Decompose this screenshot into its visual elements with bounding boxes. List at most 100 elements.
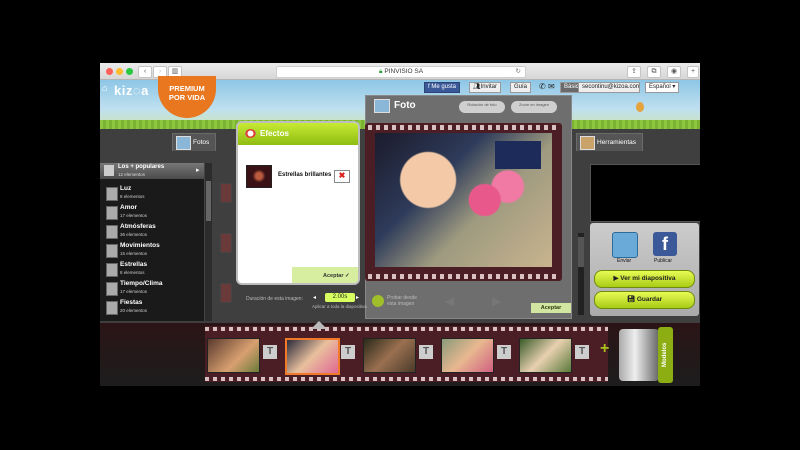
save-button[interactable]: 💾︎ Guardar: [594, 291, 695, 309]
new-tab-button[interactable]: +: [687, 66, 699, 78]
kizoa-logo[interactable]: kiz◌a: [114, 83, 149, 98]
category-item-movimientos[interactable]: Movimientos 15 elementos: [104, 241, 204, 260]
category-count: 8 elementos: [120, 270, 145, 275]
category-item-luz[interactable]: Luz 8 elementos: [104, 184, 204, 203]
category-header[interactable]: Los + populares 12 elementos ▸: [100, 163, 206, 179]
effect-tile[interactable]: [220, 233, 232, 253]
effects-dialog-title: Efectos: [260, 129, 289, 138]
text-slide-button[interactable]: T: [575, 345, 589, 359]
category-item-estrellas[interactable]: Estrellas 8 elementos: [104, 260, 204, 279]
category-count: 17 elementos: [120, 213, 148, 218]
zoom-photo-button[interactable]: Zoom en imagen: [511, 101, 557, 113]
foto-accept-button[interactable]: Aceptar: [531, 303, 571, 313]
back-button[interactable]: ‹: [138, 66, 152, 78]
category-scrollbar[interactable]: [204, 163, 212, 321]
effects-dialog: Efectos Estrellas brillantes ✖ Aceptar ✓: [238, 123, 358, 283]
tab-fotos[interactable]: Fotos: [172, 133, 217, 151]
effects-icon: [245, 129, 256, 138]
play-preview-icon[interactable]: [372, 295, 384, 307]
downloads-button[interactable]: ◉: [667, 66, 681, 78]
effect-thumbnail[interactable]: [246, 165, 272, 188]
effects-accept-button[interactable]: Aceptar ✓: [323, 273, 350, 279]
home-icon[interactable]: ⌂: [102, 83, 107, 93]
category-item-tiempo-clima[interactable]: Tiempo/Clima 17 elementos: [104, 279, 204, 298]
balloon-icon: [636, 102, 644, 112]
category-count: 36 elementos: [120, 232, 148, 237]
tabs-icon: ⧉: [651, 68, 657, 75]
film-reel-icon: [619, 329, 659, 381]
category-header-name: Los + populares: [118, 164, 165, 170]
minimize-window-button[interactable]: [116, 67, 123, 75]
previous-photo-button[interactable]: ◀: [445, 294, 454, 308]
duration-label: Duración de esta imagen:: [246, 296, 303, 302]
premium-line2: POR VIDA: [168, 93, 206, 102]
remove-effect-button[interactable]: ✖: [334, 170, 350, 183]
check-icon: ✓: [345, 273, 350, 279]
facebook-like-button[interactable]: f Me gusta: [424, 82, 461, 93]
selected-photo[interactable]: [375, 133, 552, 267]
text-slide-button[interactable]: T: [341, 345, 355, 359]
scrollbar-thumb[interactable]: [206, 181, 211, 221]
rotate-photo-button[interactable]: Rotación de foto: [459, 101, 505, 113]
effects-dialog-header: Efectos: [238, 123, 358, 145]
add-photo-button[interactable]: +: [600, 340, 609, 358]
timeline-photo-3[interactable]: [363, 338, 416, 373]
duration-increase-button[interactable]: ▸: [356, 294, 359, 301]
next-photo-button[interactable]: ▶: [492, 294, 501, 308]
text-slide-button[interactable]: T: [419, 345, 433, 359]
address-bar[interactable]: 🔒︎ PINVISIO SA ↻: [276, 66, 526, 78]
download-icon: ◉: [670, 68, 678, 75]
zoom-window-button[interactable]: [126, 67, 133, 75]
language-select[interactable]: Español ▾: [645, 82, 680, 93]
duration-value[interactable]: 2.00s: [325, 293, 355, 302]
text-slide-button[interactable]: T: [497, 345, 511, 359]
category-thumb-icon: [106, 206, 118, 220]
text-slide-button[interactable]: T: [263, 345, 277, 359]
invite-button[interactable]: 👥︎Invitar: [469, 82, 501, 93]
timeline-photo-1[interactable]: [207, 338, 260, 373]
category-thumb-icon: [106, 244, 118, 258]
category-count: 8 elementos: [120, 194, 145, 199]
tab-herramientas[interactable]: Herramientas: [576, 133, 644, 151]
plus-icon: +: [690, 68, 696, 75]
timeline-photo-5[interactable]: [519, 338, 572, 373]
premium-badge[interactable]: PREMIUM POR VIDA: [158, 76, 216, 118]
timeline-photo-2-selected[interactable]: [285, 338, 340, 375]
category-name: Estrellas: [120, 261, 148, 268]
effect-tile[interactable]: [220, 183, 232, 203]
category-item-amor[interactable]: Amor 17 elementos: [104, 203, 204, 222]
guide-button[interactable]: Guía: [510, 82, 532, 93]
chevron-right-icon: ▸: [196, 167, 200, 174]
category-item-atmosferas[interactable]: Atmósferas 36 elementos: [104, 222, 204, 241]
premium-line1: PREMIUM: [169, 84, 205, 93]
category-thumb-icon: [106, 187, 118, 201]
close-window-button[interactable]: [106, 67, 113, 75]
timeline-photo-4[interactable]: [441, 338, 494, 373]
film-perforations: [205, 377, 608, 381]
send-icon[interactable]: [612, 232, 638, 258]
lock-icon: 🔒︎: [378, 68, 383, 75]
reload-icon[interactable]: ↻: [516, 67, 521, 77]
category-count: 17 elementos: [120, 289, 148, 294]
category-thumb-icon: [106, 282, 118, 296]
effect-tile[interactable]: [220, 283, 232, 303]
preview-from-here[interactable]: Probar desde esta imagen: [387, 295, 417, 307]
account-email[interactable]: secontinu@kizoa.com: [578, 82, 640, 93]
apply-all-link[interactable]: Aplicar a toda la diapositiva: [312, 304, 367, 309]
popular-icon: [104, 165, 114, 176]
foto-panel-title: Foto: [394, 100, 416, 111]
scrollbar-thumb[interactable]: [578, 237, 584, 267]
models-tab[interactable]: Modelos: [658, 327, 673, 383]
contact-icons[interactable]: ✆ ✉: [536, 82, 558, 91]
category-item-fiestas[interactable]: Fiestas 20 elementos: [104, 298, 204, 317]
facebook-publish-icon[interactable]: f: [653, 232, 677, 256]
tabs-button[interactable]: ⧉: [647, 66, 661, 78]
share-panel: f Enviar Publicar ▶ Ver mi diapositiva 💾…: [590, 223, 699, 316]
effects-scrollbar[interactable]: [578, 233, 584, 315]
sparkle-icon: [251, 169, 267, 183]
share-button[interactable]: ⇪: [627, 66, 641, 78]
slideshow-preview[interactable]: [590, 164, 700, 222]
view-slideshow-button[interactable]: ▶ Ver mi diapositiva: [594, 270, 695, 288]
film-perforations: [368, 274, 559, 279]
duration-decrease-button[interactable]: ◂: [313, 294, 316, 301]
